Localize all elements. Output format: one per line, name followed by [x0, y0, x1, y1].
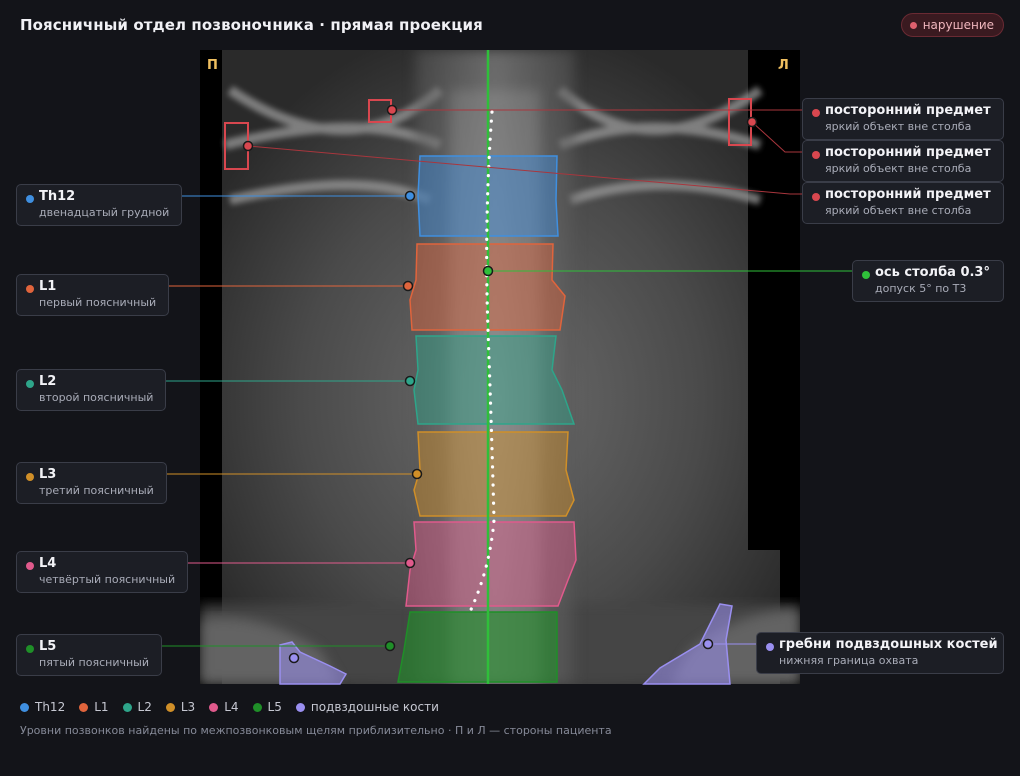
label-foreign-object-3-title: посторонний предмет	[825, 187, 991, 202]
label-column-axis[interactable]: ось столба 0.3° допуск 5° по Т3	[852, 260, 1004, 302]
label-l3-title: L3	[39, 467, 57, 482]
label-l2-title: L2	[39, 374, 57, 389]
label-foreign-object-1-desc: яркий объект вне столба	[825, 120, 972, 133]
label-foreign-object-2[interactable]: посторонний предмет яркий объект вне сто…	[802, 140, 1004, 182]
label-iliac-crests-title: гребни подвздошных костей	[779, 637, 998, 652]
label-foreign-object-2-desc: яркий объект вне столба	[825, 162, 972, 175]
label-iliac-crests-desc: нижняя граница охвата	[779, 654, 919, 667]
foreign-object-dot-icon	[812, 151, 820, 159]
label-foreign-object-3[interactable]: посторонний предмет яркий объект вне сто…	[802, 182, 1004, 224]
patient-left-marker: Л	[778, 58, 789, 73]
legend-item-l1[interactable]: L1	[79, 700, 109, 714]
label-l4[interactable]: L4 четвёртый поясничный	[16, 551, 189, 593]
legend-label: подвздошные кости	[310, 700, 439, 714]
label-column-axis-desc: допуск 5° по Т3	[875, 282, 967, 295]
legend-item-l5[interactable]: L5	[252, 700, 282, 714]
legend-dot-icon	[295, 702, 305, 712]
label-l5-title: L5	[39, 639, 57, 654]
footnote: Уровни позвонков найдены по межпозвонков…	[20, 724, 612, 737]
th12-dot-icon	[26, 195, 34, 203]
page-title: Поясничный отдел позвоночника · прямая п…	[20, 16, 483, 34]
legend-label: Th12	[35, 700, 66, 714]
foreign-object-dot-icon	[812, 193, 820, 201]
label-l5[interactable]: L5 пятый поясничный	[16, 634, 162, 676]
legend-label: L5	[267, 700, 282, 714]
label-column-axis-title: ось столба 0.3°	[875, 265, 990, 280]
label-l3[interactable]: L3 третий поясничный	[16, 462, 167, 504]
legend-dot-icon	[252, 702, 262, 712]
legend-label: L3	[180, 700, 196, 714]
legend-dot-icon	[122, 702, 132, 712]
ilium-dot-icon	[766, 643, 774, 651]
label-l1[interactable]: L1 первый поясничный	[16, 274, 170, 316]
legend-label: L4	[224, 700, 239, 714]
label-th12[interactable]: Th12 двенадцатый грудной	[16, 184, 183, 226]
legend-item-l2[interactable]: L2	[122, 700, 152, 714]
foreign-object-dot-icon	[812, 109, 820, 117]
legend: Th12 L1 L2 L3 L4 L5 подвздошные кости	[20, 700, 439, 714]
label-l1-title: L1	[39, 279, 57, 294]
label-iliac-crests[interactable]: гребни подвздошных костей нижняя граница…	[756, 632, 1004, 674]
l3-dot-icon	[26, 473, 34, 481]
legend-dot-icon	[165, 702, 175, 712]
legend-item-l3[interactable]: L3	[165, 700, 196, 714]
legend-dot-icon	[209, 702, 219, 712]
status-badge: нарушение	[900, 13, 1004, 37]
legend-item-ilium[interactable]: подвздошные кости	[295, 700, 439, 714]
xray-scan	[200, 50, 800, 684]
legend-item-th12[interactable]: Th12	[20, 700, 65, 714]
label-l5-desc: пятый поясничный	[39, 656, 149, 669]
label-foreign-object-3-desc: яркий объект вне столба	[825, 204, 972, 217]
label-l3-desc: третий поясничный	[39, 484, 154, 497]
label-l2-desc: второй поясничный	[39, 391, 154, 404]
l5-dot-icon	[26, 645, 34, 653]
patient-right-marker: П	[207, 58, 218, 73]
l4-dot-icon	[26, 562, 34, 570]
label-l4-title: L4	[39, 556, 57, 571]
label-foreign-object-1[interactable]: посторонний предмет яркий объект вне сто…	[802, 98, 1004, 140]
legend-dot-icon	[79, 702, 89, 712]
label-th12-title: Th12	[39, 189, 76, 204]
label-foreign-object-1-title: посторонний предмет	[825, 103, 991, 118]
axis-dot-icon	[862, 271, 870, 279]
legend-label: L1	[94, 700, 109, 714]
label-th12-desc: двенадцатый грудной	[39, 206, 170, 219]
label-foreign-object-2-title: посторонний предмет	[825, 145, 991, 160]
l1-dot-icon	[26, 285, 34, 293]
legend-item-l4[interactable]: L4	[209, 700, 239, 714]
l2-dot-icon	[26, 380, 34, 388]
legend-dot-icon	[20, 702, 29, 712]
legend-label: L2	[137, 700, 152, 714]
label-l1-desc: первый поясничный	[39, 296, 157, 309]
label-l4-desc: четвёртый поясничный	[39, 573, 176, 586]
alert-dot-icon	[909, 21, 917, 29]
status-badge-label: нарушение	[922, 18, 994, 32]
label-l2[interactable]: L2 второй поясничный	[16, 369, 167, 411]
